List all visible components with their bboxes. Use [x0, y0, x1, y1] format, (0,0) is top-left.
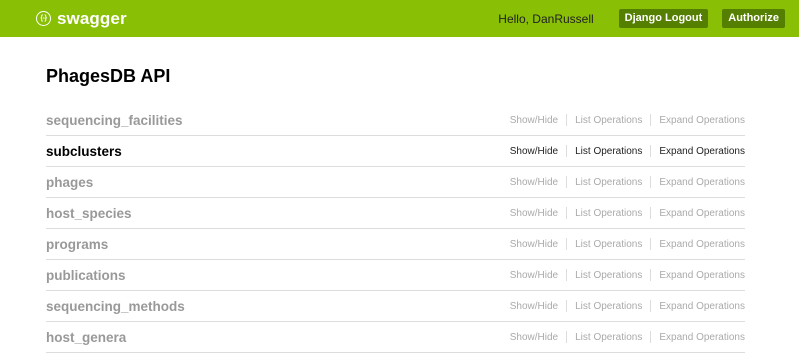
- list-operations-link[interactable]: List Operations: [575, 146, 642, 157]
- resource-row: subclusters Show/Hide List Operations Ex…: [46, 136, 745, 167]
- show-hide-link[interactable]: Show/Hide: [510, 239, 558, 250]
- show-hide-link[interactable]: Show/Hide: [510, 301, 558, 312]
- divider: [566, 114, 568, 126]
- show-hide-link[interactable]: Show/Hide: [510, 332, 558, 343]
- divider: [650, 114, 652, 126]
- list-operations-link[interactable]: List Operations: [575, 332, 642, 343]
- divider: [650, 207, 652, 219]
- resource-row: host_genera Show/Hide List Operations Ex…: [46, 322, 745, 353]
- divider: [650, 176, 652, 188]
- expand-operations-link[interactable]: Expand Operations: [659, 239, 745, 250]
- divider: [566, 269, 568, 281]
- resource-row: programs Show/Hide List Operations Expan…: [46, 229, 745, 260]
- resource-name[interactable]: host_genera: [46, 330, 126, 345]
- resource-name[interactable]: host_species: [46, 206, 132, 221]
- django-logout-button[interactable]: Django Logout: [618, 9, 709, 28]
- divider: [650, 145, 652, 157]
- resource-operations: Show/Hide List Operations Expand Operati…: [510, 176, 745, 188]
- logo-text: swagger: [57, 8, 127, 28]
- show-hide-link[interactable]: Show/Hide: [510, 208, 558, 219]
- list-operations-link[interactable]: List Operations: [575, 177, 642, 188]
- resource-row: phages Show/Hide List Operations Expand …: [46, 167, 745, 198]
- main-content: PhagesDB API sequencing_facilities Show/…: [0, 65, 799, 353]
- list-operations-link[interactable]: List Operations: [575, 270, 642, 281]
- page-title: PhagesDB API: [46, 66, 171, 86]
- resource-operations: Show/Hide List Operations Expand Operati…: [510, 331, 745, 343]
- user-greeting: Hello, DanRussell: [498, 11, 594, 26]
- resource-name[interactable]: publications: [46, 268, 126, 283]
- show-hide-link[interactable]: Show/Hide: [510, 115, 558, 126]
- divider: [650, 331, 652, 343]
- divider: [566, 300, 568, 312]
- swagger-logo[interactable]: {-} swagger: [36, 9, 127, 29]
- resource-operations: Show/Hide List Operations Expand Operati…: [510, 207, 745, 219]
- list-operations-link[interactable]: List Operations: [575, 301, 642, 312]
- divider: [566, 331, 568, 343]
- resource-row: sequencing_facilities Show/Hide List Ope…: [46, 105, 745, 136]
- resource-operations: Show/Hide List Operations Expand Operati…: [510, 145, 745, 157]
- expand-operations-link[interactable]: Expand Operations: [659, 208, 745, 219]
- expand-operations-link[interactable]: Expand Operations: [659, 301, 745, 312]
- divider: [650, 238, 652, 250]
- top-bar: {-} swagger Hello, DanRussell Django Log…: [0, 0, 799, 37]
- expand-operations-link[interactable]: Expand Operations: [659, 146, 745, 157]
- authorize-button[interactable]: Authorize: [722, 9, 785, 28]
- resource-operations: Show/Hide List Operations Expand Operati…: [510, 269, 745, 281]
- resource-name[interactable]: sequencing_methods: [46, 299, 185, 314]
- divider: [566, 207, 568, 219]
- expand-operations-link[interactable]: Expand Operations: [659, 115, 745, 126]
- resource-operations: Show/Hide List Operations Expand Operati…: [510, 300, 745, 312]
- divider: [566, 176, 568, 188]
- resource-name[interactable]: subclusters: [46, 144, 122, 159]
- divider: [566, 145, 568, 157]
- expand-operations-link[interactable]: Expand Operations: [659, 270, 745, 281]
- resource-operations: Show/Hide List Operations Expand Operati…: [510, 238, 745, 250]
- divider: [650, 300, 652, 312]
- resource-operations: Show/Hide List Operations Expand Operati…: [510, 114, 745, 126]
- show-hide-link[interactable]: Show/Hide: [510, 177, 558, 188]
- resource-name[interactable]: sequencing_facilities: [46, 113, 183, 128]
- list-operations-link[interactable]: List Operations: [575, 239, 642, 250]
- resource-row: sequencing_methods Show/Hide List Operat…: [46, 291, 745, 322]
- show-hide-link[interactable]: Show/Hide: [510, 146, 558, 157]
- expand-operations-link[interactable]: Expand Operations: [659, 332, 745, 343]
- resource-row: publications Show/Hide List Operations E…: [46, 260, 745, 291]
- list-operations-link[interactable]: List Operations: [575, 115, 642, 126]
- divider: [650, 269, 652, 281]
- resource-row: host_species Show/Hide List Operations E…: [46, 198, 745, 229]
- swagger-logo-icon: {-}: [36, 11, 51, 26]
- divider: [566, 238, 568, 250]
- expand-operations-link[interactable]: Expand Operations: [659, 177, 745, 188]
- list-operations-link[interactable]: List Operations: [575, 208, 642, 219]
- resource-name[interactable]: programs: [46, 237, 108, 252]
- resource-name[interactable]: phages: [46, 175, 93, 190]
- show-hide-link[interactable]: Show/Hide: [510, 270, 558, 281]
